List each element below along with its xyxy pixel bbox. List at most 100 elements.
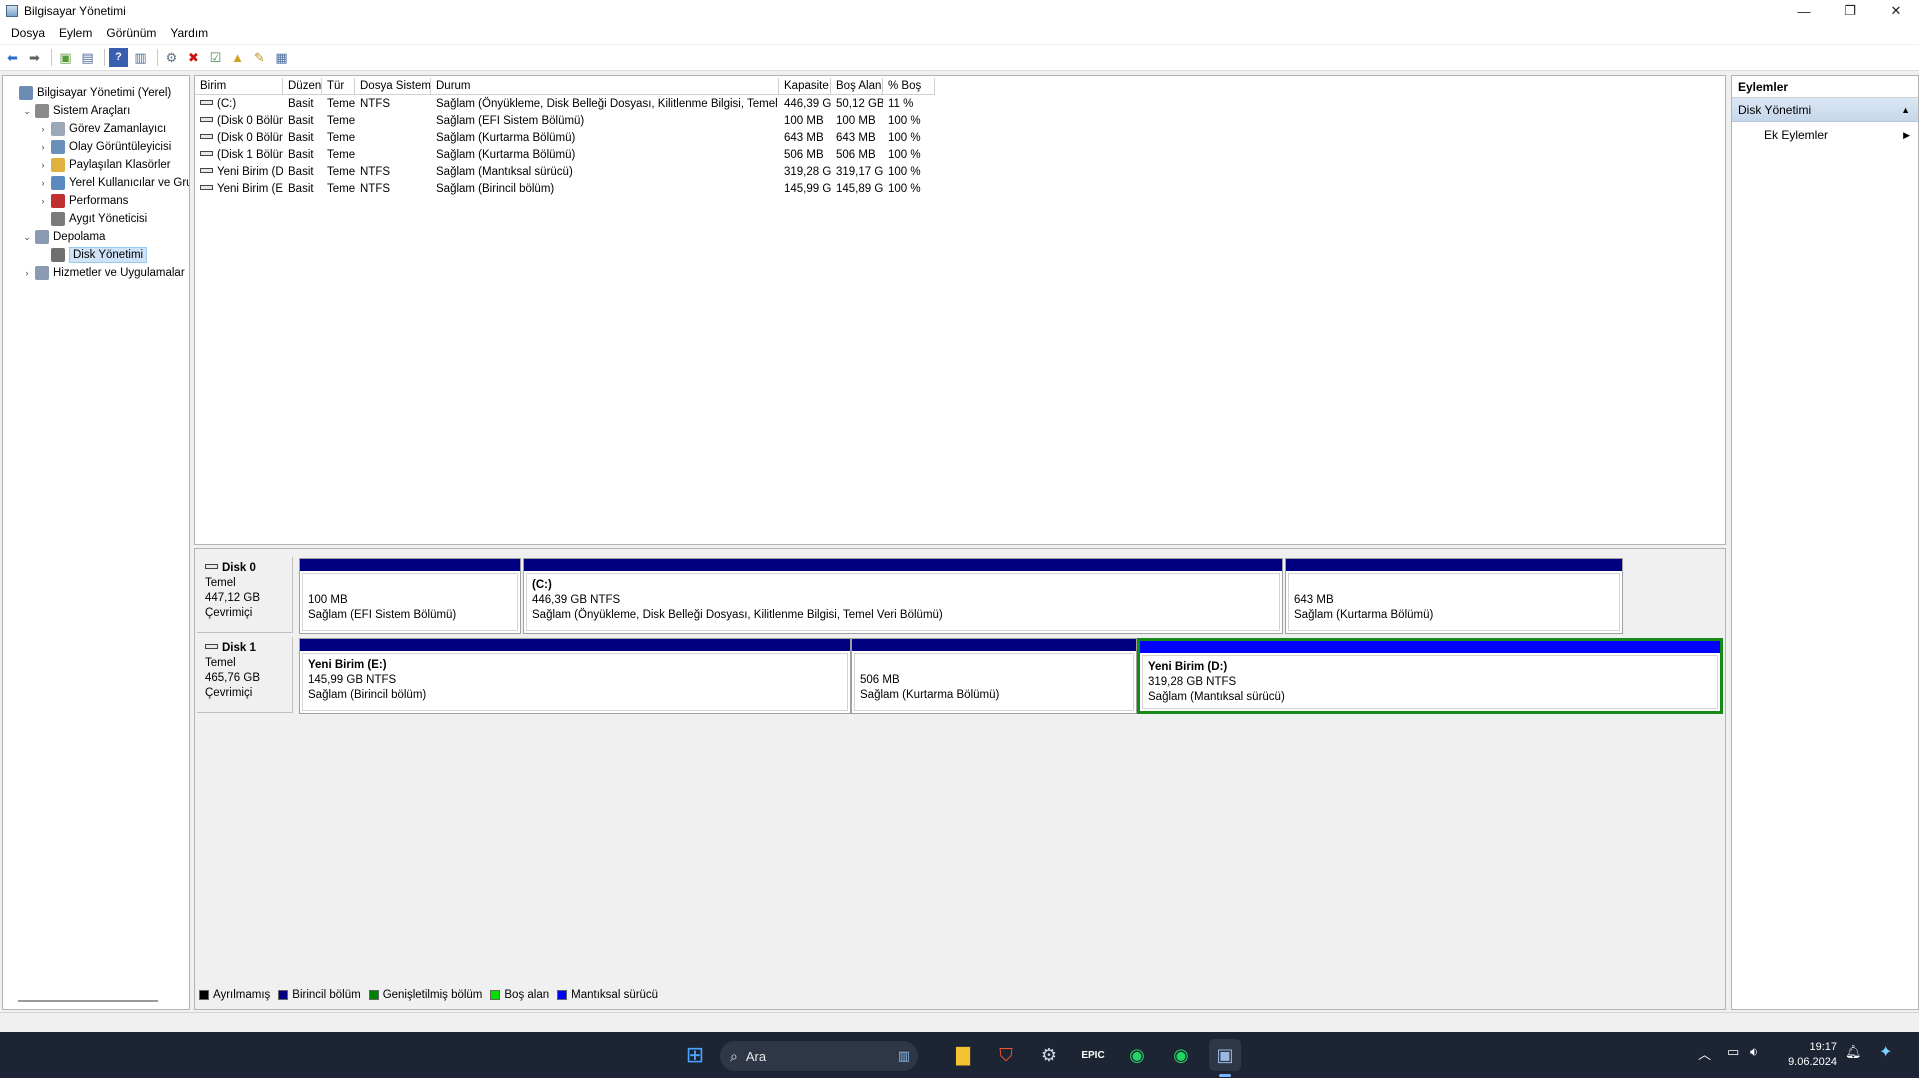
minimize-button[interactable]: — xyxy=(1781,0,1827,22)
menu-eylem[interactable]: Eylem xyxy=(52,26,99,40)
network-icon[interactable]: ▭ xyxy=(1727,1044,1739,1060)
checklist-icon[interactable]: ☑ xyxy=(206,48,225,67)
partition-status: Sağlam (Birincil bölüm) xyxy=(308,689,427,701)
table-row[interactable]: (Disk 1 Bölüm 2) Basit Temel Sağlam (Kurtar… xyxy=(195,147,1725,164)
partition-size: 319,28 GB NTFS xyxy=(1148,676,1237,688)
column-header[interactable]: Dosya Sistemi xyxy=(355,78,431,95)
column-header[interactable]: % Boş xyxy=(883,78,935,95)
cell-text: 100 MB xyxy=(836,115,876,127)
console-icon[interactable]: ▦ xyxy=(272,48,291,67)
tree-item[interactable]: Disk Yönetimi xyxy=(37,246,148,264)
column-header[interactable]: Kapasite xyxy=(779,78,831,95)
disk-size: 465,76 GB xyxy=(205,672,260,684)
expand-toggle-icon[interactable]: › xyxy=(37,142,49,152)
partition-type-bar xyxy=(300,559,520,571)
file-explorer-icon[interactable]: ▇ xyxy=(947,1039,979,1071)
menu-dosya[interactable]: Dosya xyxy=(4,26,52,40)
computer-management-taskbar-icon[interactable]: ▣ xyxy=(1209,1039,1241,1071)
tree-item[interactable]: › Yerel Kullanıcılar ve Gru xyxy=(37,174,189,192)
menu-yardim[interactable]: Yardım xyxy=(163,26,215,40)
disk-info[interactable]: Disk 0 Temel 447,12 GB Çevrimiçi xyxy=(197,557,293,633)
tree-item[interactable]: Aygıt Yöneticisi xyxy=(37,210,147,228)
column-header[interactable]: Birim xyxy=(195,78,283,95)
table-cell: 145,99 GB xyxy=(779,181,831,198)
partition-block[interactable]: (C:) 446,39 GB NTFS Sağlam (Önyükleme, Dis… xyxy=(523,558,1283,634)
legend-swatch xyxy=(368,990,379,1000)
spotify-icon[interactable]: ◉ xyxy=(1165,1039,1197,1071)
table-row[interactable]: Yeni Birim (D:) Basit Temel NTFS Sağlam (Man… xyxy=(195,164,1725,181)
whatsapp-icon[interactable]: ◉ xyxy=(1121,1039,1153,1071)
table-cell: Basit xyxy=(283,164,322,181)
disk-info[interactable]: Disk 1 Temel 465,76 GB Çevrimiçi xyxy=(197,637,293,713)
expand-toggle-icon[interactable]: › xyxy=(37,160,49,170)
partition-block[interactable]: Yeni Birim (E:) 145,99 GB NTFS Sağlam (Bir… xyxy=(299,638,851,714)
table-row[interactable]: (C:) Basit Temel NTFS Sağlam (Önyükleme, Dis… xyxy=(195,96,1725,113)
taskbar-search[interactable]: ⌕ Ara ▥ xyxy=(720,1041,918,1071)
tree-item[interactable]: › Olay Görüntüleyicisi xyxy=(37,138,171,156)
table-cell: Temel xyxy=(322,130,355,147)
close-button[interactable]: ✕ xyxy=(1873,0,1919,22)
legend-label: Genişletilmiş bölüm xyxy=(382,989,483,1001)
shared-folder-icon xyxy=(51,158,65,172)
show-hide-tree-icon[interactable]: ▤ xyxy=(78,48,97,67)
tree-item[interactable]: ⌄ Depolama xyxy=(21,228,105,246)
column-header[interactable]: Tür xyxy=(322,78,355,95)
table-cell: 100 % xyxy=(883,147,935,164)
partition-name: Yeni Birim (D:) xyxy=(1148,661,1228,673)
column-header[interactable]: Durum xyxy=(431,78,779,95)
search-folder-icon[interactable]: ✎ xyxy=(250,48,269,67)
new-folder-icon[interactable]: ▲ xyxy=(228,48,247,67)
partition-block[interactable]: Yeni Birim (D:) 319,28 GB NTFS Sağlam (Man… xyxy=(1137,638,1723,714)
table-row[interactable]: (Disk 0 Bölüm 4) Basit Temel Sağlam (Kurtar… xyxy=(195,130,1725,147)
copilot-icon[interactable]: ✦ xyxy=(1879,1042,1892,1062)
expand-toggle-icon[interactable]: › xyxy=(37,178,49,188)
expand-toggle-icon[interactable]: › xyxy=(21,268,33,278)
epic-games-icon[interactable]: EPIC xyxy=(1077,1039,1109,1071)
tree-item[interactable]: › Performans xyxy=(37,192,128,210)
tree-item[interactable]: › Görev Zamanlayıcı xyxy=(37,120,166,138)
partition-block[interactable]: 506 MB Sağlam (Kurtarma Bölümü) xyxy=(851,638,1137,714)
table-row[interactable]: Yeni Birim (E:) Basit Temel NTFS Sağlam (Bir… xyxy=(195,181,1725,198)
partition-status: Sağlam (Mantıksal sürücü) xyxy=(1148,691,1285,703)
up-folder-icon[interactable]: ▣ xyxy=(56,48,75,67)
brave-browser-icon[interactable]: ⛉ xyxy=(990,1039,1022,1071)
menu-gorunum[interactable]: Görünüm xyxy=(99,26,163,40)
table-cell: 50,12 GB xyxy=(831,96,883,113)
connect-icon[interactable]: ⚙ xyxy=(162,48,181,67)
back-arrow-icon[interactable]: ⬅ xyxy=(3,48,22,67)
cell-text: 319,17 GB xyxy=(836,166,883,178)
tree-item[interactable]: › Hizmetler ve Uygulamalar xyxy=(21,264,185,282)
more-actions-item[interactable]: Ek Eylemler ▶ xyxy=(1732,124,1918,146)
delete-icon[interactable]: ✖ xyxy=(184,48,203,67)
expand-toggle-icon[interactable]: ⌄ xyxy=(21,106,33,117)
disk-type: Temel xyxy=(205,577,236,589)
column-header[interactable]: Düzen xyxy=(283,78,322,95)
tray-chevron-up-icon[interactable]: ︿ xyxy=(1698,1044,1711,1063)
tree-item-label: Aygıt Yöneticisi xyxy=(69,213,148,225)
partition-block[interactable]: 100 MB Sağlam (EFI Sistem Bölümü) xyxy=(299,558,521,634)
expand-toggle-icon[interactable]: ⌄ xyxy=(21,232,33,243)
tree-item[interactable]: ⌄ Sistem Araçları xyxy=(21,102,130,120)
partition-size: 446,39 GB NTFS xyxy=(532,594,621,606)
submenu-arrow-icon: ▶ xyxy=(1903,130,1910,140)
forward-arrow-icon[interactable]: ➡ xyxy=(25,48,44,67)
table-row[interactable]: (Disk 0 Bölüm 1) Basit Temel Sağlam (EFI Si… xyxy=(195,113,1725,130)
collapse-up-icon[interactable]: ▲ xyxy=(1901,98,1910,122)
expand-toggle-icon[interactable]: › xyxy=(37,124,49,134)
tree-item[interactable]: › Paylaşılan Klasörler xyxy=(37,156,171,174)
restore-button[interactable]: ❐ xyxy=(1827,0,1873,22)
actions-section-disk-management[interactable]: Disk Yönetimi ▲ xyxy=(1732,98,1918,122)
properties-view-icon[interactable]: ▥ xyxy=(131,48,150,67)
system-clock[interactable]: 19:17 9.06.2024 xyxy=(1788,1040,1837,1070)
column-header[interactable]: Boş Alan xyxy=(831,78,883,95)
tree-item[interactable]: Bilgisayar Yönetimi (Yerel) xyxy=(5,84,171,102)
help-icon[interactable]: ? xyxy=(109,48,128,67)
cell-text: Basit xyxy=(288,149,314,161)
tree-horizontal-scrollbar[interactable] xyxy=(18,1000,158,1002)
volume-icon[interactable]: 🔉︎ xyxy=(1750,1044,1758,1060)
expand-toggle-icon[interactable]: › xyxy=(37,196,49,206)
partition-block[interactable]: 643 MB Sağlam (Kurtarma Bölümü) xyxy=(1285,558,1623,634)
windows-start-icon[interactable]: ⊞ xyxy=(679,1039,711,1071)
steam-icon[interactable]: ⚙ xyxy=(1033,1039,1065,1071)
notification-bell-icon[interactable]: 🔔︎ xyxy=(1845,1044,1862,1060)
